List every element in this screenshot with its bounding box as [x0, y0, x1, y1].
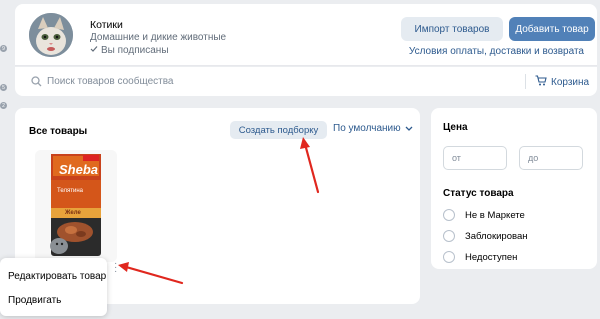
add-product-button[interactable]: Добавить товар — [509, 17, 595, 41]
product-context-menu: Редактировать товар Продвигать — [0, 258, 107, 316]
import-goods-button[interactable]: Импорт товаров — [401, 17, 503, 41]
search-bar: Корзина — [15, 67, 597, 96]
sort-label: По умолчанию — [333, 123, 401, 134]
group-name[interactable]: Котики — [90, 19, 123, 31]
nav-badge: 9 — [0, 45, 7, 52]
create-collection-button[interactable]: Создать подборку — [230, 121, 327, 139]
radio-button[interactable] — [443, 209, 455, 221]
product-card-image[interactable]: Sheba Телятина Желе — [35, 150, 117, 262]
price-title: Цена — [443, 122, 468, 133]
status-title: Статус товара — [443, 188, 514, 199]
filters-panel: Цена Статус товара Не в Маркете Заблокир… — [431, 108, 597, 269]
status-option[interactable]: Недоступен — [443, 251, 517, 263]
product-brand: Sheba — [59, 162, 99, 177]
divider — [525, 74, 526, 89]
subscribed-label: Вы подписаны — [101, 45, 169, 56]
product-sauce: Желе — [65, 210, 81, 216]
radio-button[interactable] — [443, 230, 455, 242]
status-option-label: Недоступен — [465, 251, 518, 263]
status-option[interactable]: Заблокирован — [443, 230, 527, 242]
search-icon — [31, 76, 42, 87]
chevron-down-icon — [405, 123, 413, 134]
section-title: Все товары — [29, 126, 88, 137]
checkmark-icon — [90, 45, 98, 56]
subscription-status[interactable]: Вы подписаны — [90, 45, 169, 56]
status-option-label: Заблокирован — [465, 230, 528, 242]
market-header: Котики Домашние и дикие животные Вы подп… — [15, 4, 597, 66]
product-flavor: Телятина — [57, 188, 83, 194]
status-option[interactable]: Не в Маркете — [443, 209, 525, 221]
menu-item-promote[interactable]: Продвигать — [8, 295, 61, 306]
search-input[interactable] — [47, 72, 507, 91]
terms-link[interactable]: Условия оплаты, доставки и возврата — [409, 46, 584, 57]
price-from-input[interactable] — [443, 146, 507, 170]
sort-dropdown[interactable]: По умолчанию — [333, 123, 413, 134]
status-option-label: Не в Маркете — [465, 209, 525, 221]
group-category: Домашние и дикие животные — [90, 32, 227, 43]
group-avatar[interactable] — [29, 13, 73, 57]
nav-badge: 2 — [0, 102, 7, 109]
cart-label: Корзина — [551, 76, 590, 88]
menu-item-edit-product[interactable]: Редактировать товар — [8, 271, 106, 282]
more-options-icon[interactable]: · · · — [114, 259, 117, 277]
price-to-input[interactable] — [519, 146, 583, 170]
nav-badge: 5 — [0, 84, 7, 91]
cart-button[interactable]: Корзина — [535, 75, 589, 89]
cart-icon — [535, 75, 547, 89]
radio-button[interactable] — [443, 251, 455, 263]
